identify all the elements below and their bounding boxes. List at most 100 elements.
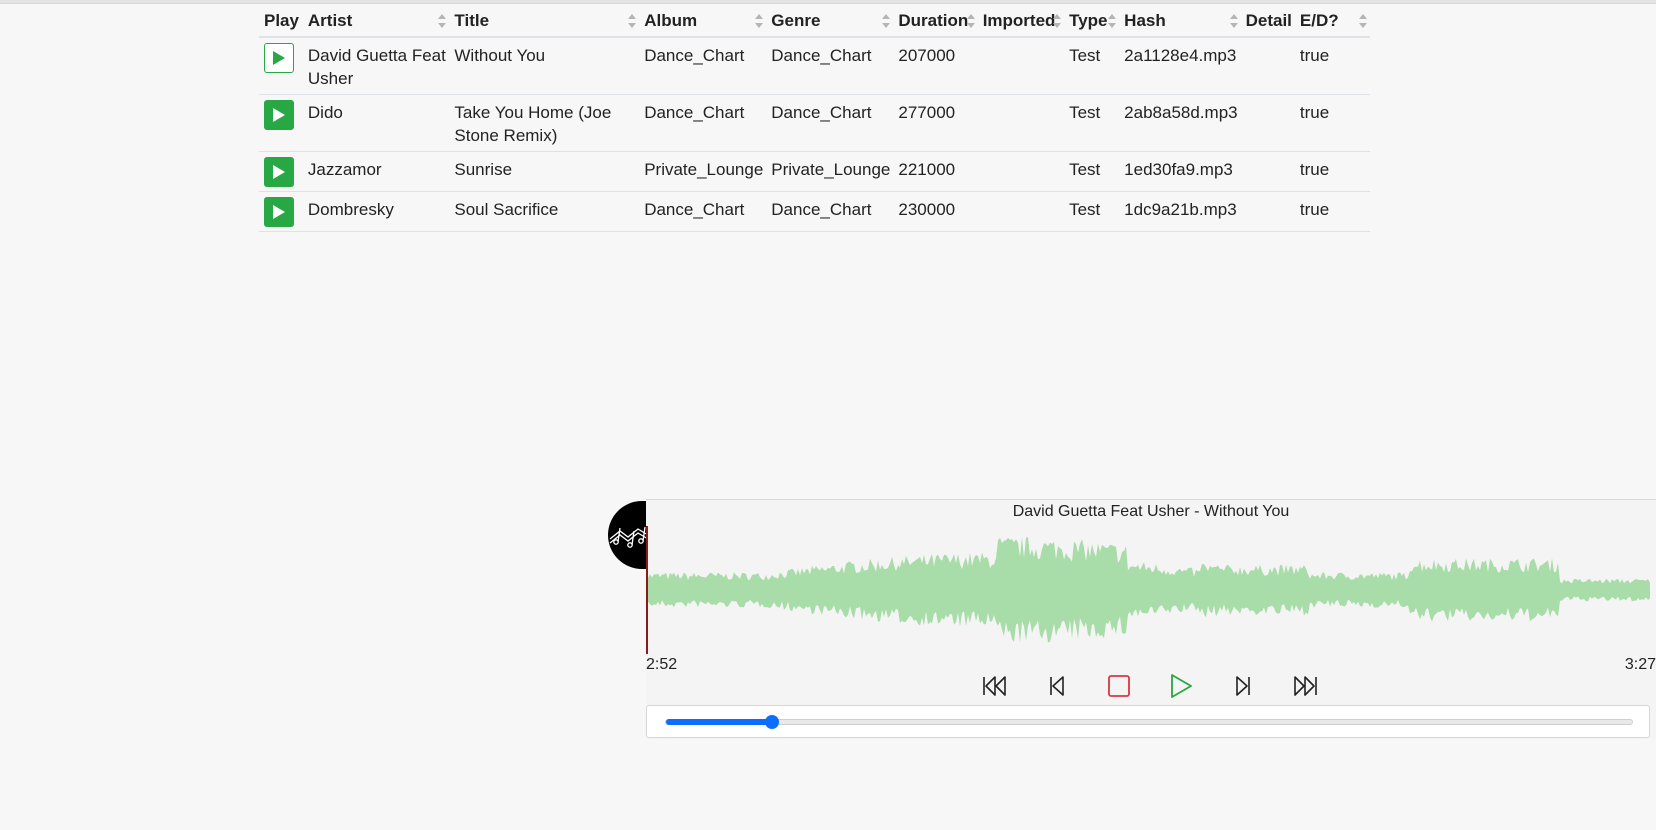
seek-slider[interactable] <box>665 715 1633 729</box>
play-icon <box>273 51 285 65</box>
audio-player: David Guetta Feat Usher - Without You 2:… <box>646 499 1656 739</box>
table-row: Dido Take You Home (Joe Stone Remix) Dance… <box>259 94 1370 152</box>
header-detail: Detail <box>1240 5 1295 38</box>
skip-to-end-icon <box>1294 676 1317 696</box>
play-icon <box>273 108 285 122</box>
sort-icon[interactable] <box>1108 13 1117 28</box>
sort-icon[interactable] <box>755 13 764 28</box>
seek-bar-container <box>646 705 1650 738</box>
cell-imported <box>977 151 1065 192</box>
play-icon <box>273 165 285 179</box>
music-notes-icon <box>609 526 649 548</box>
cell-title: Without You <box>449 37 640 95</box>
table-row: David Guetta Feat Usher Without You Dance_… <box>259 37 1370 95</box>
header-play: Play <box>259 5 303 38</box>
cell-title: Take You Home (Joe Stone Remix) <box>449 94 640 152</box>
sort-icon[interactable] <box>1053 13 1062 28</box>
sort-icon[interactable] <box>966 13 976 28</box>
cell-artist: David Guetta Feat Usher <box>302 37 450 95</box>
step-forward-icon <box>1236 676 1250 696</box>
cell-album: Dance_Chart <box>639 37 767 95</box>
cell-imported <box>977 191 1065 232</box>
play-button[interactable] <box>1166 672 1196 700</box>
cell-play <box>259 151 303 192</box>
now-playing-title: David Guetta Feat Usher - Without You <box>1012 503 1290 520</box>
cell-hash: 1ed30fa9.mp3 <box>1119 151 1241 192</box>
stop-button[interactable] <box>1104 672 1134 700</box>
cell-hash: 1dc9a21b.mp3 <box>1119 191 1241 232</box>
stop-icon <box>1108 675 1130 697</box>
cell-title: Soul Sacrifice <box>449 191 640 232</box>
previous-track-button[interactable] <box>1042 672 1072 700</box>
cell-detail <box>1240 151 1295 192</box>
cell-play <box>259 191 303 232</box>
cell-album: Dance_Chart <box>639 191 767 232</box>
cell-type: Test <box>1064 151 1120 192</box>
play-icon <box>273 205 285 219</box>
cell-ed: true <box>1294 191 1370 232</box>
transport-controls <box>980 672 1320 700</box>
cell-title: Sunrise <box>449 151 640 192</box>
total-time: 3:27 <box>1624 656 1656 673</box>
cell-duration: 221000 <box>893 151 978 192</box>
tracks-table: Play Artist Title Album Genre Duration I… <box>259 5 1370 232</box>
sort-icon[interactable] <box>1229 13 1239 28</box>
next-track-button[interactable] <box>1228 672 1258 700</box>
cell-duration: 230000 <box>893 191 978 232</box>
header-genre[interactable]: Genre <box>766 5 894 38</box>
header-ed[interactable]: E/D? <box>1294 5 1370 38</box>
cell-imported <box>977 37 1065 95</box>
cell-imported <box>977 94 1065 152</box>
cell-duration: 277000 <box>893 94 978 152</box>
header-hash[interactable]: Hash <box>1119 5 1241 38</box>
cell-play <box>259 37 303 95</box>
cell-genre: Private_Lounge <box>766 151 894 192</box>
table-header-row: Play Artist Title Album Genre Duration I… <box>259 5 1370 38</box>
cell-genre: Dance_Chart <box>766 37 894 95</box>
header-duration[interactable]: Duration <box>893 5 978 38</box>
row-play-button[interactable] <box>264 197 294 227</box>
row-play-button[interactable] <box>264 100 294 130</box>
sort-icon[interactable] <box>438 13 447 28</box>
cell-ed: true <box>1294 37 1370 95</box>
top-divider <box>0 0 1656 4</box>
table-row: Dombresky Soul Sacrifice Dance_Chart Dance_… <box>259 191 1370 232</box>
table-row: Jazzamor Sunrise Private_Lounge Private_Lou… <box>259 151 1370 192</box>
cell-type: Test <box>1064 191 1120 232</box>
seek-progress <box>666 719 773 725</box>
playhead-cursor[interactable] <box>646 526 648 654</box>
rewind-to-start-button[interactable] <box>980 672 1010 700</box>
cell-type: Test <box>1064 94 1120 152</box>
row-play-button[interactable] <box>264 157 294 187</box>
step-back-icon <box>1050 676 1064 696</box>
fast-forward-to-end-button[interactable] <box>1290 672 1320 700</box>
cell-artist: Jazzamor <box>302 151 450 192</box>
elapsed-time: 2:52 <box>646 656 678 673</box>
sort-icon[interactable] <box>882 13 891 28</box>
header-type[interactable]: Type <box>1064 5 1120 38</box>
waveform[interactable] <box>646 526 1650 654</box>
cell-detail <box>1240 191 1295 232</box>
cell-detail <box>1240 94 1295 152</box>
cell-play <box>259 94 303 152</box>
sort-icon[interactable] <box>628 13 637 28</box>
cell-artist: Dombresky <box>302 191 450 232</box>
cell-type: Test <box>1064 37 1120 95</box>
seek-thumb[interactable] <box>765 715 780 729</box>
cell-artist: Dido <box>302 94 450 152</box>
cell-ed: true <box>1294 94 1370 152</box>
cell-hash: 2ab8a58d.mp3 <box>1119 94 1241 152</box>
row-play-button[interactable] <box>264 43 294 73</box>
cell-duration: 207000 <box>893 37 978 95</box>
play-icon <box>1171 674 1192 698</box>
header-album[interactable]: Album <box>639 5 767 38</box>
header-artist[interactable]: Artist <box>302 5 450 38</box>
header-imported[interactable]: Imported <box>977 5 1065 38</box>
cell-album: Dance_Chart <box>639 94 767 152</box>
sort-icon[interactable] <box>1359 13 1368 28</box>
cell-album: Private_Lounge <box>639 151 767 192</box>
cell-genre: Dance_Chart <box>766 94 894 152</box>
skip-to-start-icon <box>983 676 1006 696</box>
cell-hash: 2a1128e4.mp3 <box>1119 37 1241 95</box>
header-title[interactable]: Title <box>449 5 640 38</box>
